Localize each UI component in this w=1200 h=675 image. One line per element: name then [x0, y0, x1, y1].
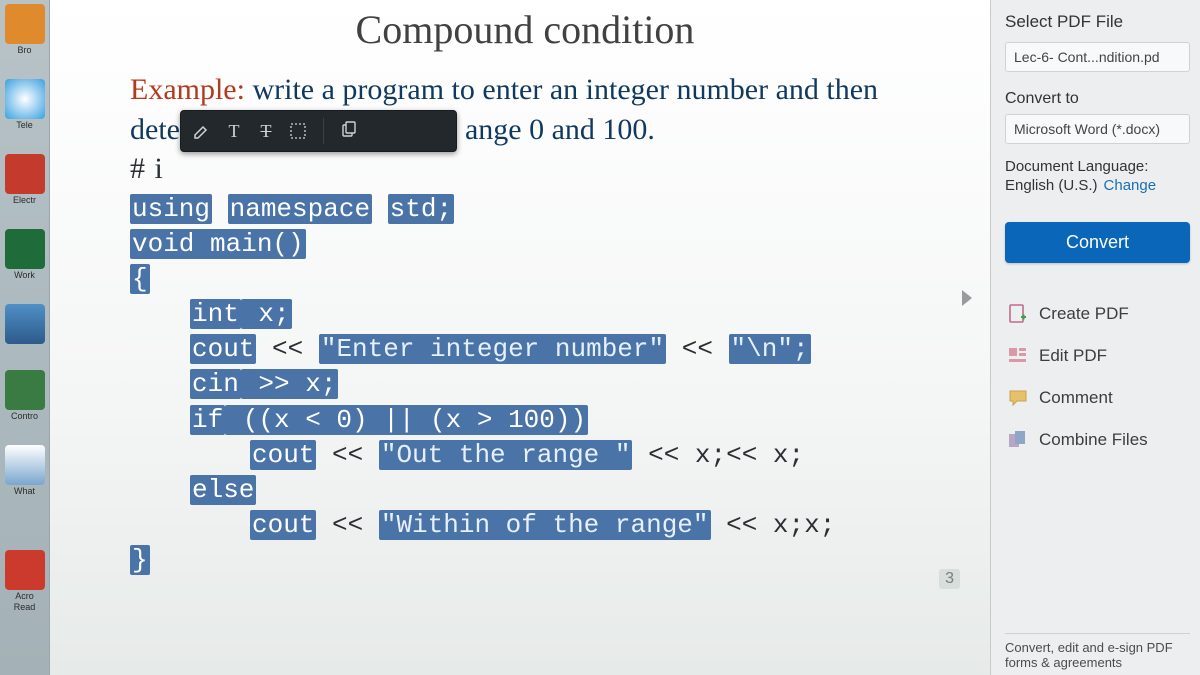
whatsapp-icon [5, 445, 45, 485]
copy-icon[interactable] [338, 120, 360, 142]
app-icon [5, 229, 45, 269]
note-icon[interactable] [287, 120, 309, 142]
slide-content: Compound condition Example: write a prog… [50, 0, 990, 675]
control-icon [5, 370, 45, 410]
code-block: using namespace std; void main() { int x… [130, 192, 960, 578]
telegram-icon [5, 79, 45, 119]
tool-comment[interactable]: Comment [1005, 377, 1190, 419]
convert-to-label: Convert to [1005, 90, 1190, 108]
tool-create-pdf[interactable]: Create PDF [1005, 293, 1190, 335]
doc-language-value: English (U.S.)Change [1005, 177, 1190, 194]
change-language-link[interactable]: Change [1104, 177, 1157, 194]
taskbar-item[interactable]: Contro [5, 370, 45, 421]
acrobat-icon [5, 550, 45, 590]
create-pdf-icon [1007, 303, 1029, 325]
taskbar-item[interactable]: Work [5, 229, 45, 280]
slide-title: Compound condition [90, 6, 960, 53]
export-panel: Select PDF File Lec-6- Cont...ndition.pd… [990, 0, 1200, 675]
example-keyword: Example: [130, 73, 245, 106]
convert-button[interactable]: Convert [1005, 222, 1190, 263]
taskbar-item[interactable]: Tele [5, 79, 45, 130]
taskbar-item[interactable]: What [5, 445, 45, 496]
strikethrough-icon[interactable]: T [255, 120, 277, 142]
tool-combine[interactable]: Combine Files [1005, 419, 1190, 461]
app-icon [5, 304, 45, 344]
comment-icon [1007, 387, 1029, 409]
hash-line: # i [130, 152, 960, 186]
combine-icon [1007, 429, 1029, 451]
taskbar-item[interactable]: Acro Read [5, 550, 45, 612]
toolbar-separator [323, 118, 324, 144]
panel-footer: Convert, edit and e-sign PDF forms & agr… [1005, 633, 1190, 671]
tool-edit-pdf[interactable]: Edit PDF [1005, 335, 1190, 377]
app-icon [5, 154, 45, 194]
selection-toolbar[interactable]: T T [180, 110, 457, 152]
taskbar-item[interactable] [5, 304, 45, 346]
example-line-1: Example: write a program to enter an int… [130, 71, 960, 109]
page-number: 3 [939, 569, 960, 589]
selected-file[interactable]: Lec-6- Cont...ndition.pd [1005, 42, 1190, 72]
desktop-taskbar: Bro Tele Electr Work Contro What Acro Re… [0, 0, 50, 675]
taskbar-item[interactable]: Electr [5, 154, 45, 205]
next-slide-icon[interactable] [962, 290, 972, 306]
highlight-icon[interactable] [191, 120, 213, 142]
convert-to-select[interactable]: Microsoft Word (*.docx) [1005, 114, 1190, 144]
edit-pdf-icon [1007, 345, 1029, 367]
select-file-label: Select PDF File [1005, 12, 1190, 32]
text-icon[interactable]: T [223, 120, 245, 142]
browser-icon [5, 4, 45, 44]
doc-language-label: Document Language: [1005, 158, 1190, 175]
taskbar-item[interactable]: Bro [5, 4, 45, 55]
